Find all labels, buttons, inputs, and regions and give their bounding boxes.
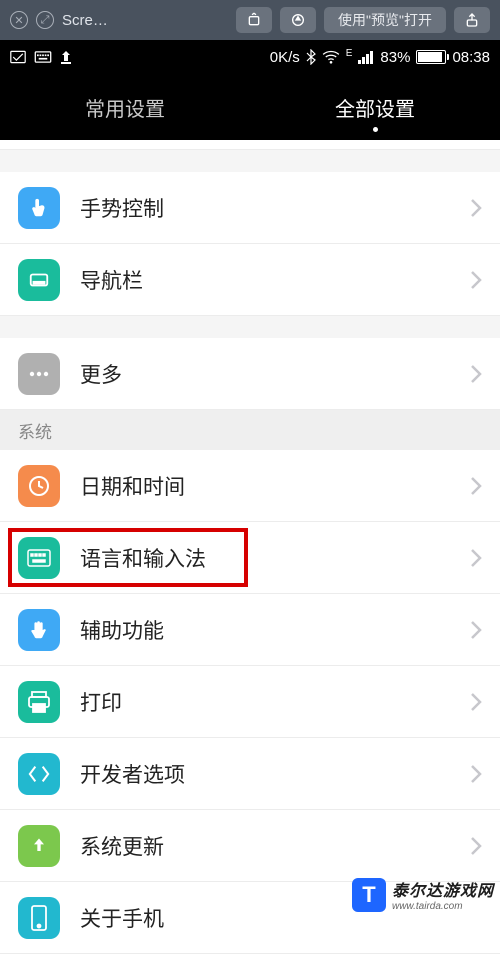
watermark-text: 泰尔达游戏网	[392, 877, 494, 901]
chevron-right-icon	[470, 476, 482, 496]
row-label: 打印	[80, 687, 470, 717]
chevron-right-icon	[470, 270, 482, 290]
expand-icon[interactable]: ⤢	[36, 11, 54, 29]
screenshot-icon	[10, 50, 26, 64]
window-title: Scre…	[62, 12, 108, 29]
partial-row-top	[0, 140, 500, 150]
clock-icon	[18, 465, 60, 507]
chevron-right-icon	[470, 364, 482, 384]
about-phone-icon	[18, 897, 60, 939]
watermark: T 泰尔达游戏网 www.tairda.com	[346, 873, 500, 916]
row-gesture-control[interactable]: 手势控制	[0, 172, 500, 244]
developer-icon	[18, 753, 60, 795]
clock: 08:38	[452, 49, 490, 66]
battery-percent: 83%	[380, 49, 410, 66]
update-icon	[18, 825, 60, 867]
status-bar: 0K/s E 83% 08:38	[0, 40, 500, 74]
upload-icon	[60, 50, 72, 64]
row-label: 系统更新	[80, 831, 470, 861]
keyboard-icon	[34, 51, 52, 63]
row-developer-options[interactable]: 开发者选项	[0, 738, 500, 810]
row-label: 日期和时间	[80, 471, 470, 501]
watermark-url: www.tairda.com	[392, 901, 494, 912]
row-more[interactable]: 更多	[0, 338, 500, 410]
chevron-right-icon	[470, 548, 482, 568]
row-label: 辅助功能	[80, 615, 470, 645]
chevron-right-icon	[470, 764, 482, 784]
chevron-right-icon	[470, 620, 482, 640]
row-system-update[interactable]: 系统更新	[0, 810, 500, 882]
settings-tabs: 常用设置 全部设置	[0, 74, 500, 140]
row-label: 语言和输入法	[80, 543, 470, 573]
row-label: 导航栏	[80, 265, 470, 295]
row-label: 更多	[80, 359, 470, 389]
tab-label: 常用设置	[85, 93, 165, 122]
settings-list: 手势控制 导航栏 更多 系统 日期和时间	[0, 140, 500, 954]
row-accessibility[interactable]: 辅助功能	[0, 594, 500, 666]
signal-icon	[358, 50, 374, 64]
macos-toolbar: ✕ ⤢ Scre… 使用"预览"打开	[0, 0, 500, 40]
row-print[interactable]: 打印	[0, 666, 500, 738]
network-speed: 0K/s	[270, 49, 300, 66]
tab-label: 全部设置	[335, 93, 415, 122]
chevron-right-icon	[470, 692, 482, 712]
share-button[interactable]	[454, 7, 490, 33]
signal-type: E	[346, 48, 353, 59]
battery-icon	[416, 50, 446, 64]
chevron-right-icon	[470, 198, 482, 218]
tab-indicator-dot	[373, 127, 378, 132]
row-label: 手势控制	[80, 193, 470, 223]
hand-icon	[18, 609, 60, 651]
chevron-right-icon	[470, 836, 482, 856]
bluetooth-icon	[306, 49, 316, 65]
phone-screen: 0K/s E 83% 08:38 常用设置 全部设置 手势控制	[0, 40, 500, 954]
more-icon	[18, 353, 60, 395]
row-language-input[interactable]: 语言和输入法	[0, 522, 500, 594]
open-with-preview-button[interactable]: 使用"预览"打开	[324, 7, 446, 33]
wifi-icon	[322, 50, 340, 64]
close-icon[interactable]: ✕	[10, 11, 28, 29]
action-button-1[interactable]	[236, 7, 272, 33]
section-header-system: 系统	[0, 410, 500, 450]
tab-all-settings[interactable]: 全部设置	[250, 74, 500, 140]
watermark-badge: T	[352, 878, 386, 912]
navbar-icon	[18, 259, 60, 301]
keyboard-settings-icon	[18, 537, 60, 579]
tab-common-settings[interactable]: 常用设置	[0, 74, 250, 140]
row-label: 开发者选项	[80, 759, 470, 789]
row-navigation-bar[interactable]: 导航栏	[0, 244, 500, 316]
gesture-icon	[18, 187, 60, 229]
action-button-2[interactable]	[280, 7, 316, 33]
row-date-time[interactable]: 日期和时间	[0, 450, 500, 522]
printer-icon	[18, 681, 60, 723]
